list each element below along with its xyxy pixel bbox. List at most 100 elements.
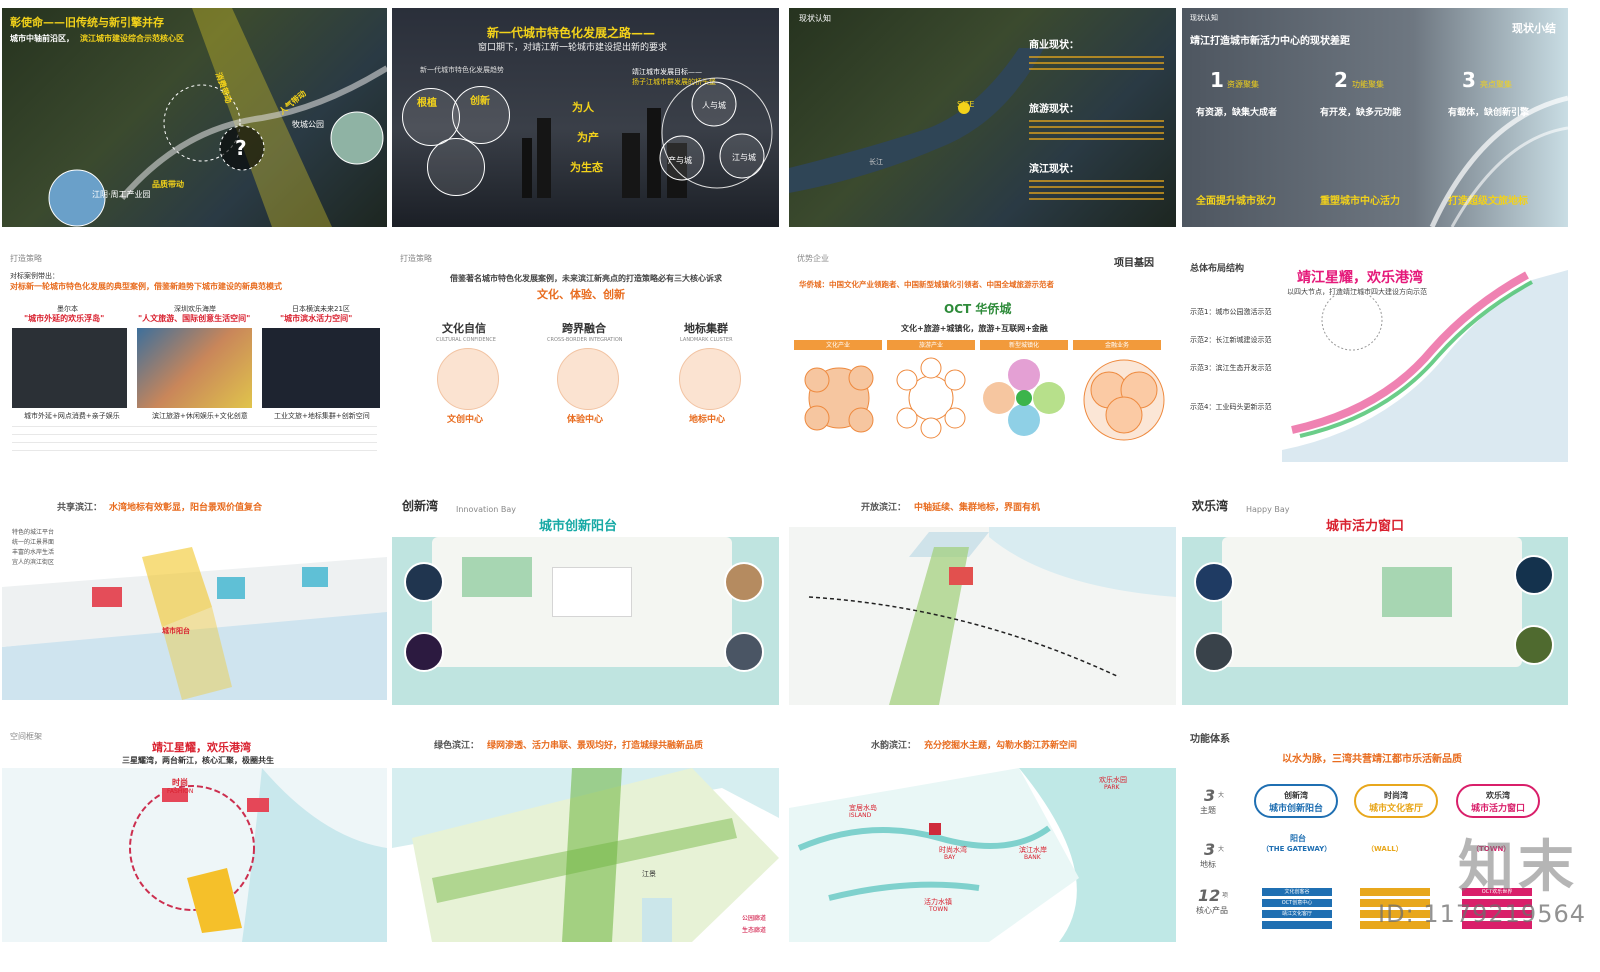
panel-innovation-bay[interactable]: 创新湾 Innovation Bay 城市创新阳台 xyxy=(392,497,779,705)
row2-label: 地标 xyxy=(1200,860,1216,869)
axis-overlay xyxy=(48,8,387,227)
case3-image xyxy=(262,328,380,408)
panel-strategy-pillars[interactable]: 打造策略 借鉴著名城市特色化发展案例，未来滨江新亮点的打造策略必有三大核心诉求 … xyxy=(392,250,779,462)
case1-image xyxy=(12,328,127,408)
theme-happy[interactable]: 欢乐湾 城市活力窗口 xyxy=(1456,784,1540,818)
intro-label: 对标案例带出： xyxy=(10,272,59,280)
pillar1-center: 文创中心 xyxy=(447,415,484,425)
case3-slogan: "城市滨水活力空间" xyxy=(280,314,353,323)
panel-title: 对标新一轮城市特色化发展的典型案例，借鉴新趋势下城市建设的新典范模式 xyxy=(10,282,282,291)
row3-unit: 项 xyxy=(1222,892,1229,899)
ring-river-city: 江与城 xyxy=(732,153,756,162)
section-tourism: 旅游现状： xyxy=(1029,104,1079,115)
theme-fashion[interactable]: 时尚湾 城市文化客厅 xyxy=(1354,784,1438,818)
photo-circle-1 xyxy=(404,562,444,602)
row2-num: 3 xyxy=(1204,840,1216,859)
pillar3-center: 地标中心 xyxy=(689,415,726,425)
theme-innovation[interactable]: 创新湾 城市创新阳台 xyxy=(1254,784,1338,818)
pillar2-name: 跨界融合 xyxy=(562,322,606,335)
pillar2-en: CROSS-BORDER INTEGRATION xyxy=(547,337,623,343)
legend-eco: 生态廊道 xyxy=(742,927,767,934)
case2-name: 深圳欢乐海岸 xyxy=(174,305,216,313)
ring-people-city: 人与城 xyxy=(702,101,726,110)
pillar1-icon xyxy=(437,348,499,410)
case1-slogan: "城市外延的欢乐浮岛" xyxy=(24,314,105,323)
photo-circle-2 xyxy=(404,632,444,672)
slide-grid: 彰使命——旧传统与新引擎并存 城市中轴前沿区， 滨江城市建设综合示范核心区 ? … xyxy=(0,0,1600,972)
row3-num: 12 xyxy=(1198,886,1221,905)
row3-label: 核心产品 xyxy=(1196,906,1228,915)
keywords: 文化、体验、创新 xyxy=(537,288,625,301)
case1-name: 墨尔本 xyxy=(57,305,78,313)
label-island-en: ISLAND xyxy=(849,812,872,819)
section-riverside: 滨江现状： xyxy=(1029,164,1079,175)
framework-map xyxy=(2,768,387,942)
ring-industry-city: 产与城 xyxy=(668,156,692,165)
label-park: 牧城公园 xyxy=(292,120,324,129)
question-mark-icon: ? xyxy=(235,136,247,160)
row1-label: 主题 xyxy=(1200,806,1216,815)
legend-park: 公园廊道 xyxy=(742,915,767,922)
product-1: 文化创客谷 xyxy=(1262,888,1332,896)
panel-status-map[interactable]: 现状认知 SITE 长江 商业现状： 旅游现状： 滨江现状： xyxy=(789,8,1176,227)
header-label: 打造策略 xyxy=(400,254,432,263)
pillar3-name: 地标集群 xyxy=(684,322,728,335)
panel-gap-summary[interactable]: 现状认知 靖江打造城市新活力中心的现状差距 现状小结 1 资源聚集 有资源，缺集… xyxy=(1182,8,1568,227)
header-label: 功能体系 xyxy=(1190,734,1230,745)
panel-urban-development[interactable]: 新一代城市特色化发展之路—— 窗口期下，对靖江新一轮城市建设提出新的要求 新一代… xyxy=(392,8,779,227)
case2-slogan: "人文旅游、国际创意生活空间" xyxy=(138,314,251,323)
panel-water-riverside[interactable]: 水韵滨江： 充分挖掘水主题，勾勒水韵江苏新空间 宜居水岛 ISLAND 时尚水湾… xyxy=(789,728,1176,942)
label-town-en: TOWN xyxy=(929,906,948,913)
label-park-en: PARK xyxy=(1104,784,1120,791)
panel-open-riverside[interactable]: 开放滨江： 中轴延续、集群地标，界面有机 xyxy=(789,497,1176,705)
layout-map xyxy=(1282,270,1568,462)
row1-unit: 大 xyxy=(1218,792,1225,799)
gene-diagram xyxy=(804,357,1165,441)
panel-shared-riverside[interactable]: 共享滨江： 水湾地标有效彰显，阳台景观价值复合 特色的城江平台 统一的江景界面 … xyxy=(2,497,387,700)
pillar1-en: CULTURAL CONFIDENCE xyxy=(436,337,496,343)
landmark-wall-en: （WALL） xyxy=(1367,845,1403,853)
panel-happy-bay[interactable]: 欢乐湾 Happy Bay 城市活力窗口 xyxy=(1182,497,1568,705)
theme-fashion-sub: 城市文化客厅 xyxy=(1368,804,1423,814)
panel-overall-layout[interactable]: 总体布局结构 靖江星耀，欢乐港湾 以四大节点，打造靖江城市四大建设方向示范 示范… xyxy=(1182,250,1568,462)
theme-innovation-sub: 城市创新阳台 xyxy=(1268,804,1323,814)
product-2: OCT创意中心 xyxy=(1262,899,1332,907)
node-label: 城市阳台 xyxy=(162,627,190,635)
landmark-gateway-cn: 阳台 xyxy=(1290,834,1306,843)
photo-circle-3 xyxy=(1514,555,1554,595)
water-network xyxy=(789,768,1176,942)
photo-circle-1 xyxy=(1194,562,1234,602)
asset-id-label: ID: 1179219564 xyxy=(1378,900,1586,928)
pillar2-center: 体验中心 xyxy=(567,415,604,425)
panel-enterprise[interactable]: 优势企业 项目基因 华侨城：中国文化产业领跑者、中国新型城镇化引领者、中国全域旅… xyxy=(789,250,1176,462)
label-park-industrial: 江阴·周工产业园 xyxy=(92,190,151,199)
bay-title: 创新湾 xyxy=(402,499,439,513)
theme-innovation-name: 创新湾 xyxy=(1284,791,1308,800)
photo-circle-3 xyxy=(724,562,764,602)
panel-mission-map[interactable]: 彰使命——旧传统与新引擎并存 城市中轴前沿区， 滨江城市建设综合示范核心区 ? … xyxy=(2,8,387,227)
bay-en: Innovation Bay xyxy=(456,505,517,514)
theme-fashion-name: 时尚湾 xyxy=(1384,791,1408,800)
panel-benchmark-cases[interactable]: 打造策略 对标案例带出： 对标新一轮城市特色化发展的典型案例，借鉴新趋势下城市建… xyxy=(2,250,387,462)
photo-circle-4 xyxy=(1514,625,1554,665)
case2-caption: 滨江旅游+休闲娱乐+文化创意 xyxy=(152,412,248,420)
section-commerce: 商业现状： xyxy=(1029,40,1079,51)
photo-circle-4 xyxy=(724,632,764,672)
photo-circle-2 xyxy=(1194,632,1234,672)
panel-green-riverside[interactable]: 绿色滨江： 绿网渗透、活力串联、景观均好，打造城绿共融新品质 江景 公园廊道 生… xyxy=(392,728,779,942)
landmark-gateway-en: （THE GATEWAY） xyxy=(1262,845,1332,853)
pillar3-en: LANDMARK CLUSTER xyxy=(680,337,733,343)
bay-big: 城市创新阳台 xyxy=(539,519,618,534)
pillar3-icon xyxy=(679,348,741,410)
bay-big: 城市活力窗口 xyxy=(1326,519,1405,534)
case2-image xyxy=(137,328,252,408)
brand-watermark-logo: 知末 xyxy=(1458,835,1578,900)
panel-title: 借鉴著名城市特色化发展案例，未来滨江新亮点的打造策略必有三大核心诉求 xyxy=(450,274,722,283)
case3-caption: 工业文旅+地标集群+创新空间 xyxy=(274,412,370,420)
header-label: 打造策略 xyxy=(10,254,42,263)
river-label: 长江 xyxy=(869,158,883,166)
row1-num: 3 xyxy=(1204,786,1216,805)
label-river-view: 江景 xyxy=(642,870,656,878)
green-network xyxy=(392,768,779,942)
panel-spatial-framework[interactable]: 空间框架 靖江星耀，欢乐港湾 三星耀湾，两台新江，核心汇聚，极圈共生 时尚 FA… xyxy=(2,728,387,942)
